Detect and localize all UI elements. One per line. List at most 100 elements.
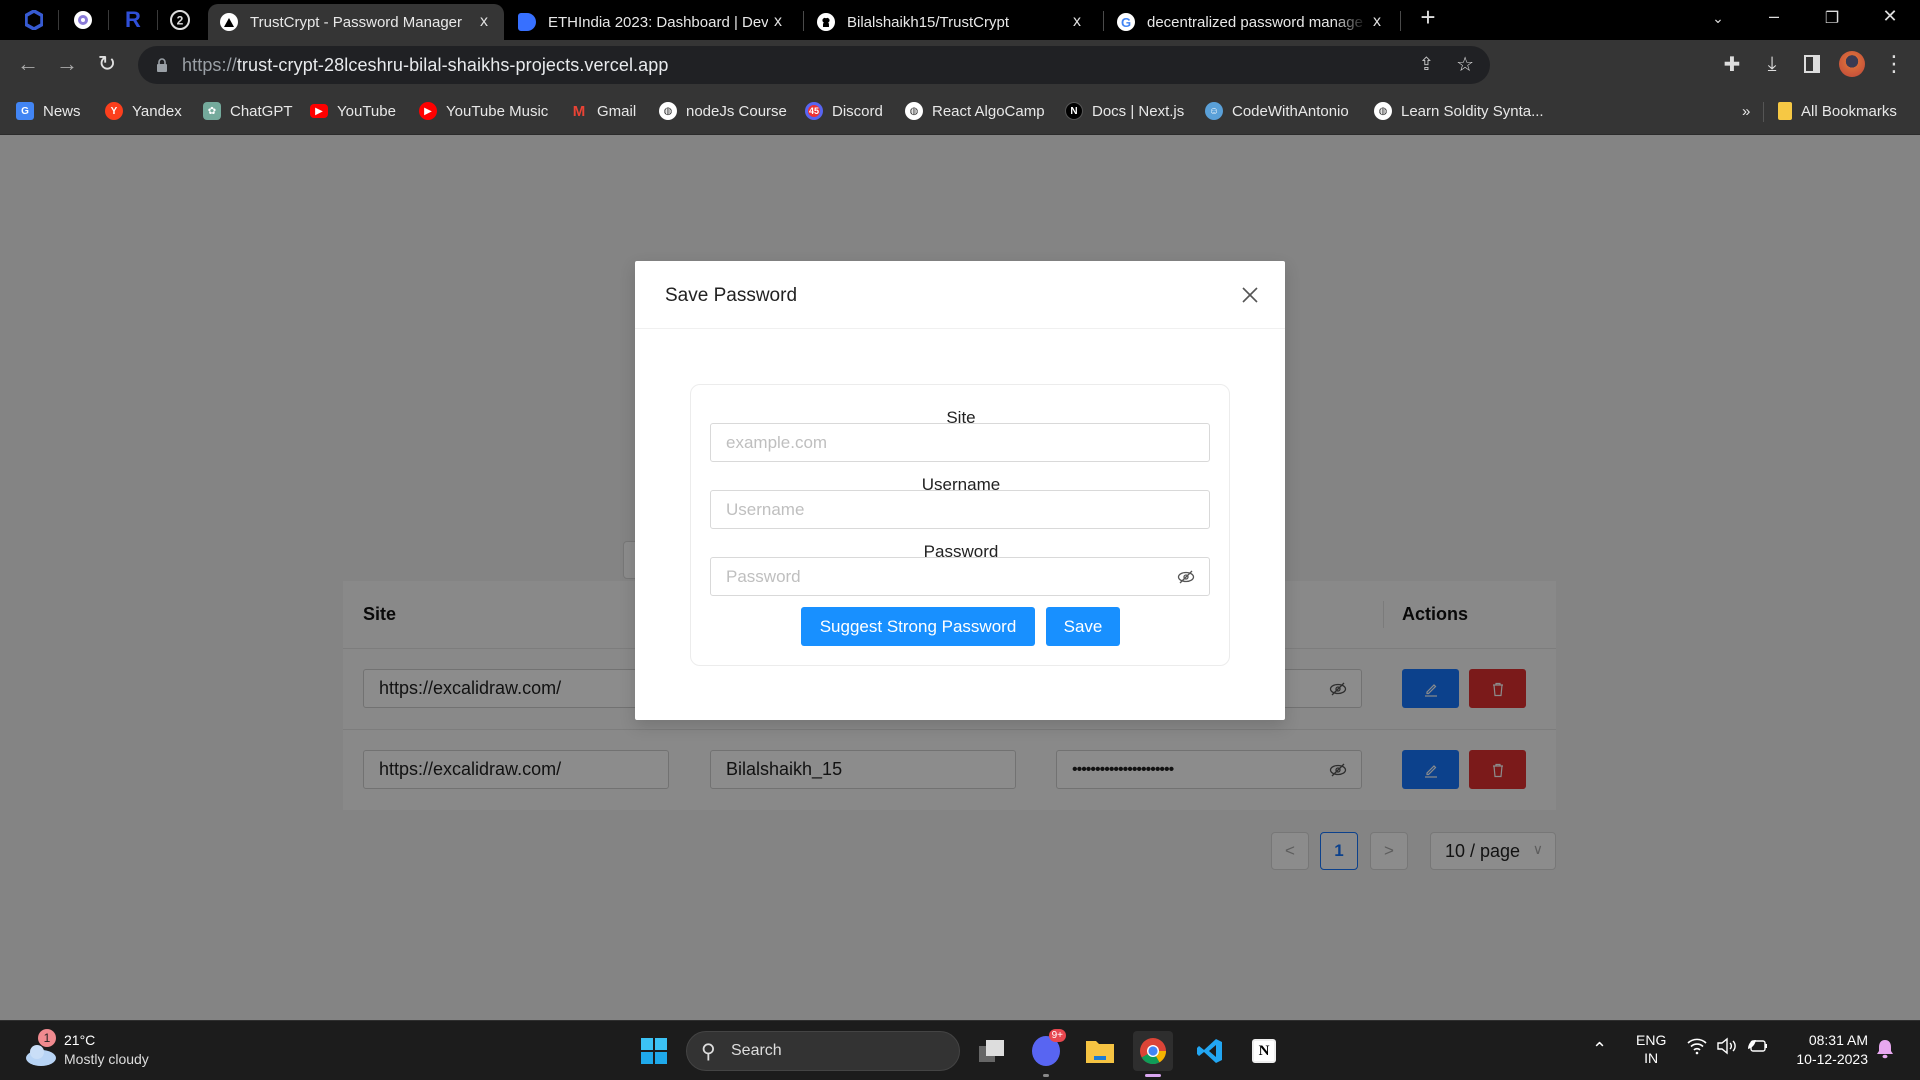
tab-github-trustcrypt[interactable]: Bilalshaikh15/TrustCrypt x: [805, 4, 1097, 40]
share-icon[interactable]: ⇪: [1419, 54, 1434, 75]
save-password-form: Site Username Password Suggest Strong Pa…: [690, 384, 1230, 666]
close-icon[interactable]: [1239, 284, 1261, 306]
site-field[interactable]: [710, 423, 1210, 462]
notifications-button[interactable]: [1876, 1039, 1894, 1063]
password-input[interactable]: [726, 566, 1156, 587]
bookmark-star-icon[interactable]: ☆: [1456, 52, 1474, 77]
bookmark-chatgpt[interactable]: ✿ ChatGPT: [203, 100, 293, 122]
tab-title: Bilalshaikh15/TrustCrypt: [847, 13, 1010, 31]
side-panel-icon: [1804, 55, 1820, 73]
folder-icon: [1086, 1041, 1114, 1063]
back-button[interactable]: ←: [14, 50, 42, 78]
weather-widget[interactable]: 1 21°C Mostly cloudy: [22, 1029, 172, 1073]
tab-google-search[interactable]: G decentralized password manage x: [1105, 4, 1397, 40]
volume-icon[interactable]: [1716, 1037, 1738, 1059]
tab-title: TrustCrypt - Password Manager: [250, 13, 463, 31]
tab-close-button[interactable]: x: [1067, 13, 1087, 31]
task-view-icon: [979, 1040, 1004, 1062]
nextjs-icon: N: [1065, 102, 1083, 120]
bookmark-gmail[interactable]: M Gmail: [570, 100, 636, 122]
suggest-strong-password-button[interactable]: Suggest Strong Password: [801, 607, 1035, 646]
pinned-tab-r-app[interactable]: R: [121, 7, 145, 32]
eye-invisible-icon[interactable]: [1177, 568, 1195, 586]
clock[interactable]: 08:31 AM 10-12-2023: [1784, 1031, 1868, 1069]
bookmark-youtube[interactable]: ▶ YouTube: [310, 100, 396, 122]
bookmark-news[interactable]: G News: [16, 100, 81, 122]
tab-trustcrypt[interactable]: TrustCrypt - Password Manager x: [208, 4, 504, 40]
wifi-icon[interactable]: [1686, 1037, 1708, 1060]
bookmark-learn-solidity[interactable]: ◍ Learn Soldity Synta...: [1374, 100, 1544, 122]
save-button[interactable]: Save: [1046, 607, 1120, 646]
bookmark-react-algocamp[interactable]: ◍ React AlgoCamp: [905, 100, 1045, 122]
tab-close-button[interactable]: x: [1367, 13, 1387, 31]
discord-badge: 9+: [1048, 1029, 1066, 1042]
bookmark-nodejs-course[interactable]: ◍ nodeJs Course: [659, 100, 787, 122]
taskbar-search[interactable]: ⚲ Search: [686, 1031, 960, 1071]
username-input[interactable]: [726, 499, 1156, 520]
r-logo-icon: R: [125, 7, 141, 32]
google-news-icon: G: [16, 102, 34, 120]
tab-search-button[interactable]: ⌄: [1704, 10, 1732, 27]
battery-icon[interactable]: [1746, 1037, 1770, 1059]
reload-button[interactable]: ↻: [93, 50, 121, 78]
arrow-right-icon: →: [56, 51, 78, 76]
taskbar-file-explorer[interactable]: [1080, 1031, 1120, 1071]
bookmark-youtube-music[interactable]: ▶ YouTube Music: [419, 100, 548, 122]
all-bookmarks-button[interactable]: All Bookmarks: [1778, 100, 1897, 122]
windows-logo-icon: [641, 1038, 667, 1064]
minimize-button[interactable]: –: [1760, 6, 1788, 27]
taskbar-vscode[interactable]: [1190, 1031, 1230, 1071]
youtube-icon: ▶: [310, 104, 328, 118]
tab-ethindia[interactable]: ETHIndia 2023: Dashboard | Dev x: [506, 4, 798, 40]
bookmark-codewithantonio[interactable]: ☺ CodeWithAntonio: [1205, 100, 1349, 122]
task-view-button[interactable]: [972, 1031, 1012, 1071]
profile-avatar[interactable]: [1838, 50, 1866, 78]
search-icon: ⚲: [701, 1041, 716, 1063]
app-page: Site Username Password Actions https://e…: [0, 135, 1920, 1020]
downloads-button[interactable]: ⤓: [1758, 50, 1786, 78]
avatar-icon: [1839, 51, 1865, 77]
tab-close-button[interactable]: x: [768, 13, 788, 31]
chrome-icon: [1140, 1038, 1167, 1065]
pinned-tab-circle-app[interactable]: [71, 8, 95, 32]
kebab-menu-icon: ⋮: [1883, 51, 1905, 76]
bookmark-nextjs-docs[interactable]: N Docs | Next.js: [1065, 100, 1184, 122]
vercel-triangle-icon: [220, 13, 238, 31]
pinned-tab-numbered[interactable]: 2: [168, 8, 192, 32]
forward-button[interactable]: →: [53, 50, 81, 78]
side-panel-button[interactable]: [1798, 50, 1826, 78]
pinned-tab-chainlink[interactable]: [22, 8, 46, 32]
github-icon: [817, 13, 835, 31]
chainlink-hexagon-icon: [25, 10, 43, 30]
site-input[interactable]: [726, 432, 1156, 453]
numbered-circle-icon: 2: [170, 10, 190, 30]
password-field[interactable]: [710, 557, 1210, 596]
taskbar-notion[interactable]: N: [1244, 1031, 1284, 1071]
taskbar-discord[interactable]: 9+: [1026, 1029, 1066, 1077]
arrow-left-icon: ←: [17, 51, 39, 76]
youtube-music-icon: ▶: [419, 102, 437, 120]
bookmark-discord[interactable]: 45 Discord: [805, 100, 883, 122]
search-label: Search: [731, 1042, 782, 1059]
bell-icon: [1877, 1040, 1893, 1059]
google-icon: G: [1117, 13, 1135, 31]
username-field[interactable]: [710, 490, 1210, 529]
browser-menu-button[interactable]: ⋮: [1880, 50, 1908, 78]
discord-icon: 45: [805, 102, 823, 120]
bookmark-yandex[interactable]: Y Yandex: [105, 100, 182, 122]
address-bar[interactable]: https://trust-crypt-28lceshru-bilal-shai…: [138, 46, 1490, 84]
tab-close-button[interactable]: x: [474, 13, 494, 31]
extensions-button[interactable]: ✚: [1718, 50, 1746, 78]
globe-icon: ◍: [1374, 102, 1392, 120]
restore-button[interactable]: ❐: [1818, 8, 1846, 28]
avatar-icon: ☺: [1205, 102, 1223, 120]
close-window-button[interactable]: ✕: [1876, 6, 1904, 27]
taskbar-chrome[interactable]: [1133, 1031, 1173, 1077]
show-hidden-icons-button[interactable]: ⌃: [1592, 1039, 1607, 1060]
start-button[interactable]: [634, 1031, 674, 1071]
new-tab-button[interactable]: +: [1414, 2, 1442, 33]
globe-icon: ◍: [659, 102, 677, 120]
browser-toolbar: ← → ↻ https://trust-crypt-28lceshru-bila…: [0, 40, 1920, 88]
bookmarks-overflow-button[interactable]: »: [1742, 100, 1750, 122]
language-indicator[interactable]: ENG IN: [1636, 1031, 1666, 1067]
